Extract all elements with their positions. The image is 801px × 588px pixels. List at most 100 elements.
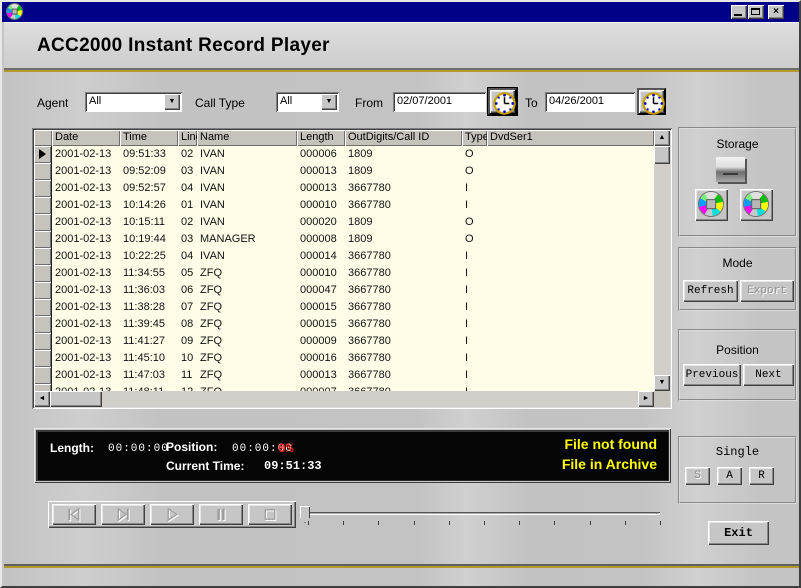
records-grid: DateTimeLineNameLengthOutDigits/Call IDT… — [32, 128, 672, 409]
length-label: Length: — [50, 441, 94, 455]
scroll-right-icon[interactable]: ► — [638, 391, 654, 407]
page-title: ACC2000 Instant Record Player — [37, 35, 330, 57]
scroll-up-icon[interactable]: ▲ — [654, 130, 670, 146]
call-type-select[interactable]: All ▼ — [276, 92, 339, 112]
cell: 000008 — [297, 231, 345, 248]
vertical-scrollbar[interactable]: ▲ ▼ — [654, 130, 670, 391]
seek-slider[interactable] — [298, 502, 670, 528]
status-message-2: File in Archive — [562, 455, 657, 473]
export-button[interactable]: Export — [740, 280, 794, 302]
from-calendar-button[interactable] — [488, 88, 517, 115]
single-s-button[interactable]: S — [685, 467, 710, 485]
cell: 1809 — [345, 214, 462, 231]
single-a-button[interactable]: A — [717, 467, 742, 485]
row-selector[interactable] — [34, 163, 52, 180]
skip-forward-button[interactable] — [101, 504, 145, 525]
row-selector[interactable] — [34, 180, 52, 197]
previous-button[interactable]: Previous — [683, 364, 741, 386]
cell: 2001-02-13 — [52, 146, 120, 163]
mode-panel: Mode Refresh Export — [678, 247, 797, 311]
next-button[interactable]: Next — [743, 364, 794, 386]
to-calendar-button[interactable] — [637, 88, 666, 115]
length-value: 00:00:00 — [108, 443, 169, 455]
cell: 000013 — [297, 163, 345, 180]
row-selector[interactable] — [34, 248, 52, 265]
single-r-button[interactable]: R — [749, 467, 774, 485]
table-row[interactable]: 2001-02-1311:36:0306ZFQ0000473667780I — [34, 282, 654, 299]
row-selector[interactable] — [34, 299, 52, 316]
to-date-field[interactable]: 04/26/2001 — [545, 92, 635, 112]
close-button[interactable]: × — [768, 5, 784, 19]
cell: 10:19:44 — [120, 231, 178, 248]
pause-button[interactable] — [199, 504, 243, 525]
table-row[interactable]: 2001-02-1310:15:1102IVAN0000201809O — [34, 214, 654, 231]
horizontal-scrollbar[interactable]: ◄ ► — [34, 391, 654, 407]
table-row[interactable]: 2001-02-1311:38:2807ZFQ0000153667780I — [34, 299, 654, 316]
row-selector[interactable] — [34, 231, 52, 248]
cell — [487, 248, 654, 265]
row-selector[interactable] — [34, 350, 52, 367]
cell: IVAN — [197, 248, 297, 265]
drive-button[interactable] — [715, 156, 747, 185]
single-panel: Single S A R — [678, 436, 797, 504]
row-selector[interactable] — [34, 265, 52, 282]
cell: I — [462, 299, 487, 316]
cd-left-button[interactable] — [695, 189, 728, 221]
row-selector[interactable] — [34, 282, 52, 299]
cell: 000047 — [297, 282, 345, 299]
table-row[interactable]: 2001-02-1309:51:3302IVAN0000061809O — [34, 146, 654, 163]
play-button[interactable] — [150, 504, 194, 525]
cell: 09 — [178, 333, 197, 350]
vertical-scroll-thumb[interactable] — [654, 146, 670, 164]
row-selector[interactable] — [34, 333, 52, 350]
table-row[interactable]: 2001-02-1310:22:2504IVAN0000143667780I — [34, 248, 654, 265]
table-row[interactable]: 2001-02-1311:48:1112ZFQ0000073667780I — [34, 384, 654, 391]
cell: 11:39:45 — [120, 316, 178, 333]
table-row[interactable]: 2001-02-1311:47:0311ZFQ0000133667780I — [34, 367, 654, 384]
column-header: OutDigits/Call ID — [345, 130, 462, 146]
from-date-field[interactable]: 02/07/2001 — [393, 92, 486, 112]
agent-dropdown-icon[interactable]: ▼ — [164, 94, 180, 110]
refresh-button[interactable]: Refresh — [683, 280, 738, 302]
maximize-button[interactable] — [748, 5, 764, 19]
row-selector[interactable] — [34, 316, 52, 333]
table-row[interactable]: 2001-02-1311:45:1010ZFQ0000163667780I — [34, 350, 654, 367]
minimize-button[interactable] — [731, 5, 747, 19]
cell — [487, 350, 654, 367]
slider-track[interactable] — [306, 512, 660, 515]
cell: 03 — [178, 231, 197, 248]
cell — [487, 282, 654, 299]
cell: 000014 — [297, 248, 345, 265]
column-header: Line — [178, 130, 197, 146]
cell: 11:47:03 — [120, 367, 178, 384]
cd-right-button[interactable] — [740, 189, 773, 221]
position-title: Position — [680, 343, 795, 357]
stop-button[interactable] — [248, 504, 292, 525]
call-type-dropdown-icon[interactable]: ▼ — [321, 94, 337, 110]
row-selector[interactable] — [34, 367, 52, 384]
agent-select[interactable]: All ▼ — [85, 92, 182, 112]
row-selector[interactable] — [34, 214, 52, 231]
table-row[interactable]: 2001-02-1311:41:2709ZFQ0000093667780I — [34, 333, 654, 350]
cell: 10:22:25 — [120, 248, 178, 265]
row-selector[interactable] — [34, 146, 52, 163]
table-row[interactable]: 2001-02-1309:52:5704IVAN0000133667780I — [34, 180, 654, 197]
cell: 3667780 — [345, 350, 462, 367]
table-row[interactable]: 2001-02-1309:52:0903IVAN0000131809O — [34, 163, 654, 180]
horizontal-scroll-thumb[interactable] — [50, 391, 102, 407]
cell: I — [462, 367, 487, 384]
scroll-left-icon[interactable]: ◄ — [34, 391, 50, 407]
table-row[interactable]: 2001-02-1310:19:4403MANAGER0000081809O — [34, 231, 654, 248]
scroll-down-icon[interactable]: ▼ — [654, 375, 670, 391]
row-selector[interactable] — [34, 384, 52, 391]
cell: 05 — [178, 265, 197, 282]
row-selector[interactable] — [34, 197, 52, 214]
grid-corner-cell — [34, 130, 52, 146]
table-row[interactable]: 2001-02-1310:14:2601IVAN0000103667780I — [34, 197, 654, 214]
cell: 1809 — [345, 231, 462, 248]
exit-button[interactable]: Exit — [708, 521, 769, 545]
table-row[interactable]: 2001-02-1311:34:5505ZFQ0000103667780I — [34, 265, 654, 282]
skip-back-button[interactable] — [52, 504, 96, 525]
table-row[interactable]: 2001-02-1311:39:4508ZFQ0000153667780I — [34, 316, 654, 333]
cell — [487, 265, 654, 282]
